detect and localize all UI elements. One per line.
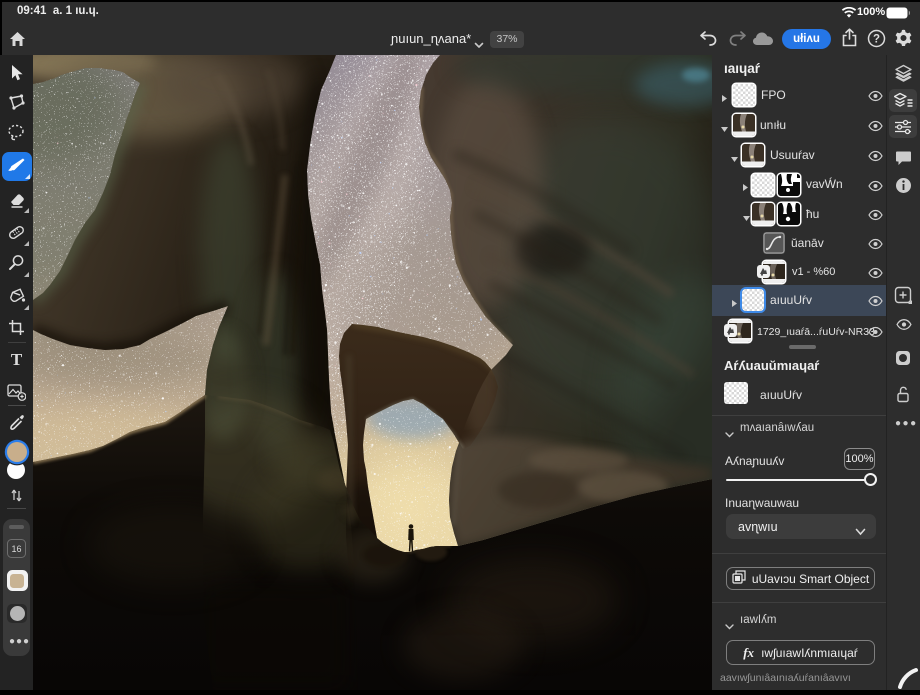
svg-text:?: ?: [873, 34, 880, 46]
svg-text:T: T: [11, 351, 23, 368]
